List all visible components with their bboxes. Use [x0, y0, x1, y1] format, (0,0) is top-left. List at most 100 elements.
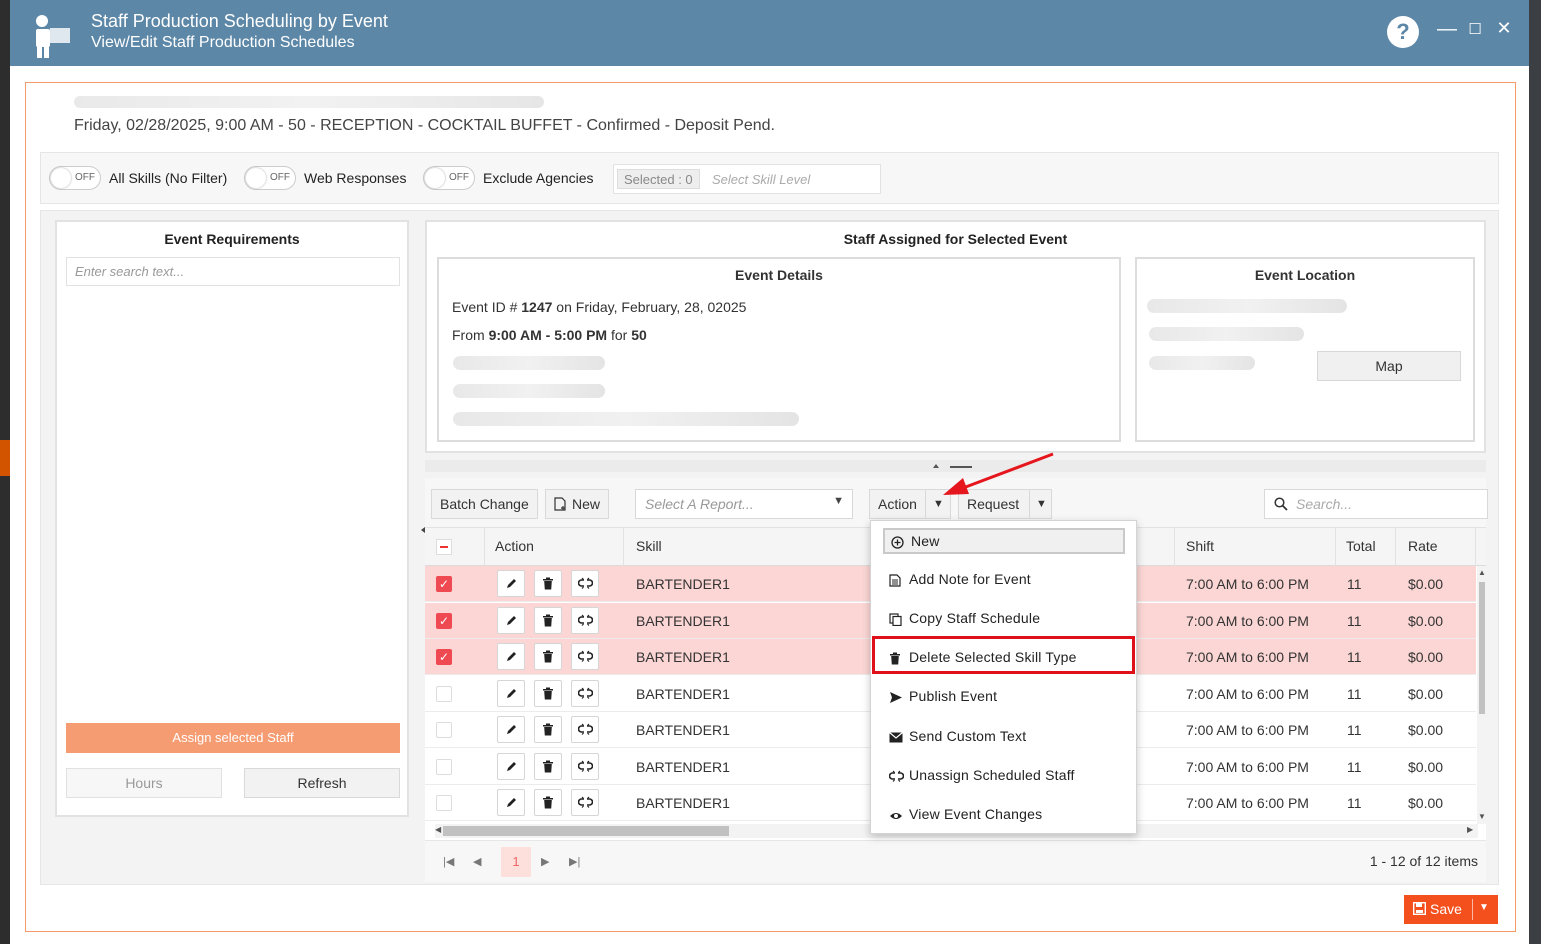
delete-button[interactable] — [534, 570, 562, 597]
row-checkbox[interactable]: ✓ — [436, 612, 452, 629]
row-total: 11 — [1347, 795, 1362, 811]
save-split-button[interactable]: Save ▼ — [1404, 895, 1498, 924]
unassign-button[interactable] — [571, 606, 599, 634]
edit-button[interactable] — [497, 606, 525, 634]
menu-item-add-note-for-event[interactable]: Add Note for Event — [883, 566, 1127, 592]
unassign-button[interactable] — [571, 752, 599, 780]
menu-item-send-custom-text[interactable]: Send Custom Text — [883, 723, 1127, 749]
next-page-icon[interactable]: ▶ — [541, 855, 549, 868]
scrollbar-thumb[interactable] — [1479, 582, 1485, 714]
row-shift: 7:00 AM to 6:00 PM — [1186, 576, 1309, 592]
batch-change-button[interactable]: Batch Change — [431, 489, 538, 519]
skill-level-select[interactable]: Selected : 0 Select Skill Level — [613, 164, 881, 194]
edit-button[interactable] — [497, 752, 525, 780]
filter-bar: OFF All Skills (No Filter) OFF Web Respo… — [40, 152, 1499, 204]
trash-icon — [542, 577, 554, 590]
delete-button[interactable] — [534, 716, 562, 743]
edit-icon — [505, 650, 518, 663]
row-shift: 7:00 AM to 6:00 PM — [1186, 795, 1309, 811]
row-shift: 7:00 AM to 6:00 PM — [1186, 649, 1309, 665]
edit-button[interactable] — [497, 570, 525, 597]
row-checkbox[interactable] — [436, 758, 452, 775]
unassign-button[interactable] — [571, 679, 599, 707]
last-page-icon[interactable]: ▶| — [569, 855, 580, 868]
unassign-button[interactable] — [571, 570, 599, 597]
delete-button[interactable] — [534, 752, 562, 780]
close-button[interactable]: ✕ — [1494, 18, 1514, 39]
web-responses-toggle[interactable]: OFF — [244, 166, 296, 190]
edit-button[interactable] — [497, 789, 525, 816]
search-placeholder: Enter search text... — [75, 264, 185, 279]
menu-item-label: Copy Staff Schedule — [909, 610, 1041, 626]
column-header-shift[interactable]: Shift — [1186, 538, 1214, 554]
row-checkbox[interactable] — [436, 795, 452, 811]
delete-button[interactable] — [534, 643, 562, 670]
row-checkbox[interactable] — [436, 722, 452, 738]
delete-button[interactable] — [534, 679, 562, 707]
event-location-title: Event Location — [1254, 267, 1356, 283]
dialog-window: Staff Production Scheduling by Event Vie… — [10, 0, 1529, 944]
unlink-icon — [577, 723, 593, 736]
refresh-button[interactable]: Refresh — [244, 768, 400, 798]
assign-selected-staff-button[interactable]: Assign selected Staff — [66, 723, 400, 753]
select-all-checkbox[interactable] — [436, 539, 452, 555]
search-icon — [1274, 497, 1288, 511]
indeterminate-mark — [440, 546, 448, 548]
column-header-total[interactable]: Total — [1346, 538, 1376, 554]
unassign-button[interactable] — [571, 716, 599, 743]
edit-button[interactable] — [497, 716, 525, 743]
unassign-button[interactable] — [571, 643, 599, 670]
row-checkbox[interactable]: ✓ — [436, 649, 452, 665]
all-skills-toggle[interactable]: OFF — [49, 166, 101, 190]
row-checkbox[interactable]: ✓ — [436, 576, 452, 592]
menu-item-unassign-scheduled-staff[interactable]: Unassign Scheduled Staff — [883, 762, 1127, 788]
map-button[interactable]: Map — [1317, 351, 1461, 381]
toggle-knob — [425, 168, 445, 188]
unlink-icon — [577, 577, 593, 590]
panel-title: Event Requirements — [164, 231, 300, 247]
scroll-right-icon[interactable]: ▶ — [1467, 825, 1473, 834]
menu-item-view-event-changes[interactable]: View Event Changes — [883, 801, 1127, 827]
trash-icon — [542, 760, 554, 773]
prev-page-icon[interactable]: ◀ — [473, 855, 481, 868]
row-skill: BARTENDER1 — [636, 795, 730, 811]
current-page-button[interactable]: 1 — [501, 847, 531, 877]
scroll-up-icon[interactable]: ▲ — [1478, 568, 1486, 577]
requirements-search-input[interactable]: Enter search text... — [66, 257, 400, 286]
column-header-skill[interactable]: Skill — [636, 538, 662, 554]
hours-button[interactable]: Hours — [66, 768, 222, 798]
minimize-button[interactable]: — — [1437, 18, 1457, 41]
chevron-down-icon[interactable]: ▼ — [1479, 902, 1489, 913]
unassign-button[interactable] — [571, 789, 599, 816]
new-button[interactable]: New — [545, 489, 610, 519]
help-button[interactable]: ? — [1387, 16, 1419, 48]
scrollbar-thumb[interactable] — [443, 826, 729, 836]
delete-button[interactable] — [534, 789, 562, 816]
report-select[interactable]: Select A Report... ▼ — [635, 489, 853, 519]
column-header-action[interactable]: Action — [495, 538, 534, 554]
staff-icon — [32, 12, 72, 60]
menu-item-new[interactable]: New — [883, 528, 1125, 554]
edit-icon — [505, 723, 518, 736]
staff-assigned-panel: Staff Assigned for Selected Event Event … — [425, 220, 1486, 453]
menu-item-publish-event[interactable]: Publish Event — [883, 683, 1127, 709]
search-placeholder: Search... — [1296, 496, 1353, 512]
row-total: 11 — [1347, 612, 1362, 629]
grid-search-input[interactable]: Search... — [1264, 489, 1488, 519]
annotation-arrow — [943, 452, 1054, 495]
scroll-left-icon[interactable]: ◀ — [435, 825, 441, 834]
row-checkbox[interactable] — [436, 685, 452, 702]
first-page-icon[interactable]: |◀ — [443, 855, 454, 868]
menu-item-copy-staff-schedule[interactable]: Copy Staff Schedule — [883, 605, 1127, 631]
scroll-down-icon[interactable]: ▼ — [1478, 812, 1486, 821]
maximize-button[interactable]: ☐ — [1465, 20, 1485, 38]
column-header-rate[interactable]: Rate — [1408, 538, 1438, 554]
edit-button[interactable] — [497, 643, 525, 670]
exclude-agencies-toggle[interactable]: OFF — [423, 166, 475, 190]
delete-button[interactable] — [534, 606, 562, 634]
panel-title: Staff Assigned for Selected Event — [843, 231, 1068, 247]
vertical-scrollbar[interactable]: ▲ ▼ — [1477, 566, 1487, 824]
row-shift: 7:00 AM to 6:00 PM — [1186, 685, 1309, 702]
row-shift: 7:00 AM to 6:00 PM — [1186, 758, 1309, 775]
edit-button[interactable] — [497, 679, 525, 707]
